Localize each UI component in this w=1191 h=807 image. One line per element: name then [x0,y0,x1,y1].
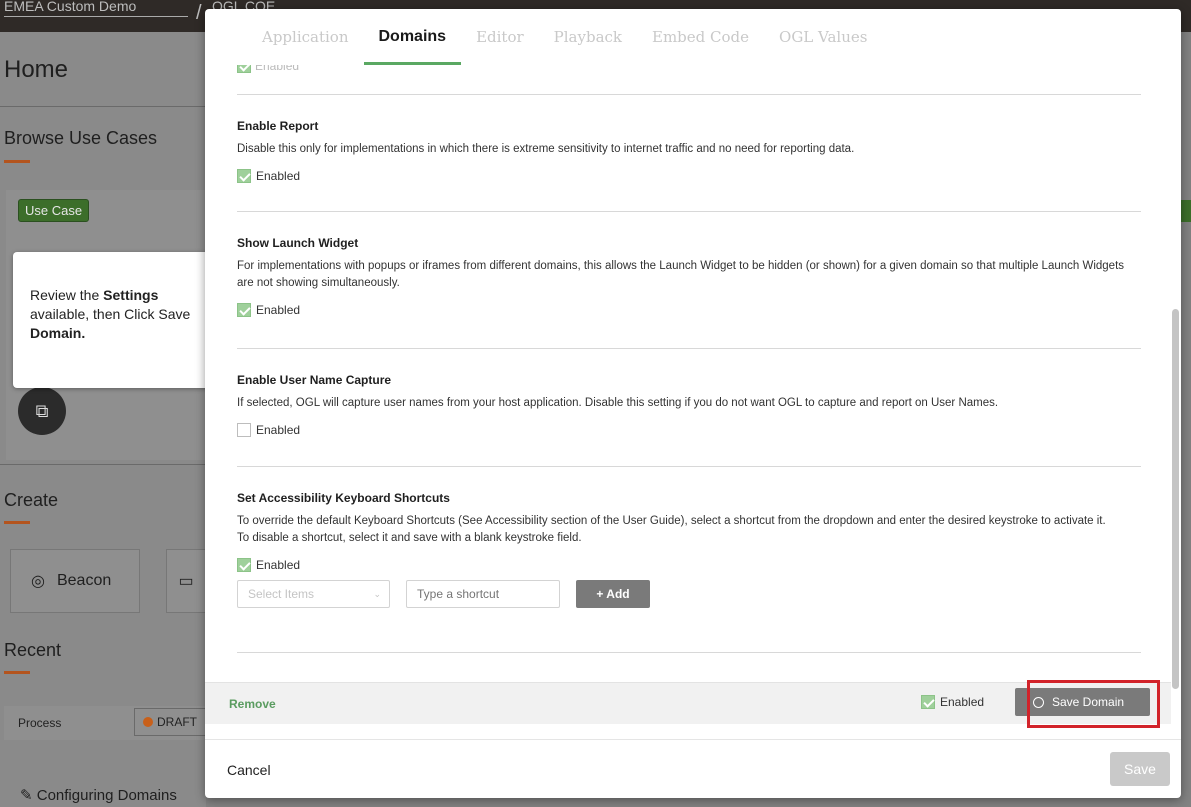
section-divider [237,94,1141,95]
checkbox-label: Enabled [256,303,301,317]
user-name-capture-section: Enable User Name Capture If selected, OG… [237,373,1141,437]
modal-footer: Cancel Save [205,739,1181,798]
tab-embed-code[interactable]: Embed Code [637,9,764,65]
checkbox[interactable] [237,558,251,572]
tab-editor[interactable]: Editor [461,9,539,65]
section-title: Show Launch Widget [237,236,359,250]
section-title: Enable User Name Capture [237,373,392,387]
cancel-button[interactable]: Cancel [227,762,271,778]
screen-icon: ▭ [178,573,194,590]
checkbox-label: Enabled [256,169,301,183]
beacon-icon: ◎ [31,573,45,590]
checkbox-label: Enabled [255,65,300,73]
checkbox[interactable] [237,169,251,183]
keyboard-shortcuts-checkbox[interactable]: Enabled [237,558,1141,572]
checkbox[interactable] [921,695,935,709]
breadcrumb-separator: / [196,2,202,24]
recent-item-label: Configuring Domains [36,787,177,804]
draft-status-dot [143,717,153,727]
save-domain-highlight-box [1027,680,1160,728]
create-card-2[interactable]: ▭ [166,549,206,613]
beacon-label: Beacon [56,572,112,589]
checkbox-label: Enabled [256,423,301,437]
divider [0,464,206,465]
tab-domains[interactable]: Domains [363,9,462,65]
enable-report-section: Enable Report Disable this only for impl… [237,119,1141,183]
process-label: Process [18,716,62,730]
shortcut-controls: Select Items ⌄ + Add [237,580,1141,608]
title-underline [4,671,30,674]
section-divider [237,652,1141,653]
section-divider [237,466,1141,467]
title-underline [4,521,30,524]
use-case-badge: Use Case [18,199,90,222]
section-title: Enable Report [237,119,319,133]
checkbox-label: Enabled [256,558,301,572]
tab-playback[interactable]: Playback [539,9,637,65]
shortcut-input[interactable] [406,580,560,608]
guide-tooltip: Review the Settings available, then Clic… [13,252,217,388]
keyboard-shortcuts-section: Set Accessibility Keyboard Shortcuts To … [237,491,1141,608]
tooltip-text: Review the [30,287,104,303]
create-title: Create [4,490,59,510]
section-description: For implementations with popups or ifram… [237,260,1125,289]
modal-tabs: Application Domains Editor Playback Embe… [205,9,1181,65]
settings-modal: Application Domains Editor Playback Embe… [205,9,1181,798]
checkbox-label: Enabled [940,695,985,709]
domain-settings-scroll-area[interactable]: Enabled Enable Report Disable this only … [205,65,1171,682]
checkbox[interactable] [237,423,251,437]
draft-filter[interactable]: DRAFT [134,708,206,736]
draft-label: DRAFT [157,715,197,729]
section-divider [237,211,1141,212]
add-shortcut-button[interactable]: + Add [576,580,650,608]
use-case-badge-edge [1180,200,1191,222]
save-button[interactable]: Save [1110,752,1170,786]
browse-use-cases-title: Browse Use Cases [4,128,158,148]
domain-enabled-checkbox[interactable]: Enabled [921,695,984,709]
launch-widget-icon[interactable]: ⧉ [18,387,66,435]
section-divider [237,348,1141,349]
recent-item[interactable]: ✎ Configuring Domains [20,786,177,804]
recent-title: Recent [4,640,62,660]
section-description: To disable a shortcut, select it and sav… [237,532,582,544]
title-underline [4,160,30,163]
remove-link[interactable]: Remove [229,697,276,711]
checkbox[interactable] [237,303,251,317]
shortcut-select[interactable]: Select Items ⌄ [237,580,390,608]
tab-application[interactable]: Application [247,9,364,65]
section-description: If selected, OGL will capture user names… [237,397,999,409]
home-title: Home [4,56,69,83]
section-description: Disable this only for implementations in… [237,143,855,155]
scrollbar-thumb[interactable] [1172,309,1179,689]
checkbox[interactable] [237,65,251,73]
edit-icon: ✎ [20,787,33,804]
tab-ogl-values[interactable]: OGL Values [764,9,882,65]
chevron-down-icon: ⌄ [373,588,381,599]
divider [0,106,206,107]
tooltip-bold-settings: Settings [103,287,159,303]
section-description: To override the default Keyboard Shortcu… [237,515,1106,527]
partial-enabled-checkbox[interactable]: Enabled [237,65,299,73]
show-launch-widget-checkbox[interactable]: Enabled [237,303,1141,317]
show-launch-widget-section: Show Launch Widget For implementations w… [237,236,1141,317]
section-title: Set Accessibility Keyboard Shortcuts [237,491,450,505]
tooltip-text: available, then Click Save [30,306,191,322]
create-beacon-card[interactable]: ◎ Beacon [10,549,140,613]
select-placeholder: Select Items [248,587,315,601]
user-name-capture-checkbox[interactable]: Enabled [237,423,1141,437]
enable-report-checkbox[interactable]: Enabled [237,169,1141,183]
breadcrumb-workspace[interactable]: EMEA Custom Demo [4,0,188,17]
tooltip-bold-domain: Domain. [30,325,86,341]
